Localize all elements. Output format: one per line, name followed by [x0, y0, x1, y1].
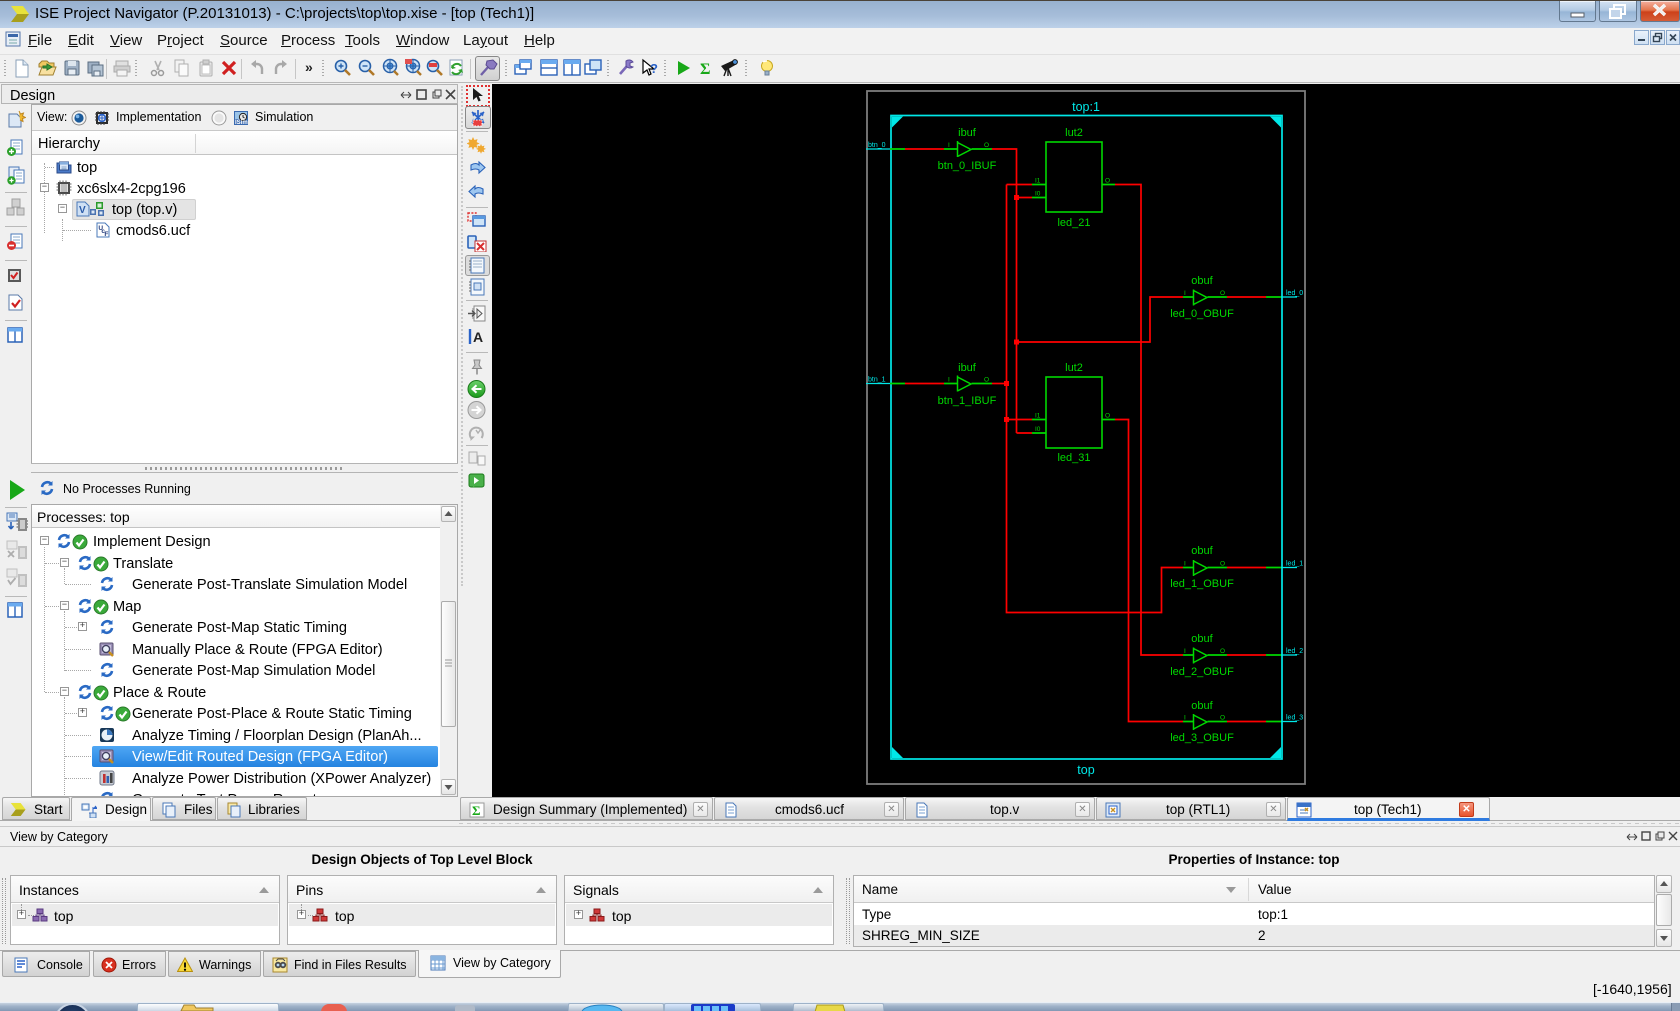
svg-text:O: O — [1105, 413, 1110, 420]
svg-text:led_31: led_31 — [1057, 452, 1090, 464]
svg-text:I1: I1 — [1035, 178, 1041, 185]
svg-text:btn_1_IBUF: btn_1_IBUF — [938, 395, 997, 407]
svg-text:O: O — [984, 377, 989, 384]
svg-text:F: F — [104, 231, 108, 238]
svg-text:led_2: led_2 — [1286, 648, 1303, 655]
svg-text:?: ? — [650, 61, 658, 76]
svg-text:obuf: obuf — [1191, 545, 1213, 557]
svg-text:O: O — [1220, 715, 1225, 722]
svg-text:I: I — [1184, 648, 1186, 655]
svg-text:O: O — [1220, 648, 1225, 655]
svg-text:O: O — [1220, 561, 1225, 568]
svg-text:obuf: obuf — [1191, 633, 1213, 645]
svg-text:I: I — [1184, 715, 1186, 722]
svg-text:I1: I1 — [1035, 413, 1041, 420]
svg-text:obuf: obuf — [1191, 700, 1213, 712]
svg-text:led_3: led_3 — [1286, 715, 1303, 722]
svg-text:Σ: Σ — [700, 61, 710, 78]
svg-text:ibuf: ibuf — [958, 127, 977, 139]
svg-text:led_1_OBUF: led_1_OBUF — [1170, 578, 1234, 590]
svg-text:led_21: led_21 — [1057, 217, 1090, 229]
svg-text:lut2: lut2 — [1065, 362, 1083, 374]
svg-text:Σ: Σ — [472, 803, 481, 818]
svg-text:V: V — [79, 205, 86, 216]
svg-text:lut2: lut2 — [1065, 127, 1083, 139]
svg-text:I: I — [948, 377, 950, 384]
svg-text:I0: I0 — [1035, 426, 1041, 433]
svg-text:O: O — [1220, 290, 1225, 297]
svg-text:top:1: top:1 — [1072, 100, 1100, 114]
svg-text:btn_0_IBUF: btn_0_IBUF — [938, 160, 997, 172]
svg-text:obuf: obuf — [1191, 275, 1213, 287]
svg-text:ibuf: ibuf — [958, 362, 977, 374]
svg-text:btn_1: btn_1 — [868, 377, 886, 384]
svg-text:A: A — [473, 329, 483, 345]
svg-text:I0: I0 — [1035, 191, 1041, 198]
svg-text:ISim: ISim — [235, 120, 248, 126]
svg-text:led_0: led_0 — [1286, 290, 1303, 297]
svg-text:O: O — [984, 142, 989, 149]
svg-text:led_2_OBUF: led_2_OBUF — [1170, 666, 1234, 678]
svg-text:I: I — [1184, 290, 1186, 297]
svg-text:O: O — [1105, 178, 1110, 185]
svg-text:top: top — [1077, 763, 1094, 777]
svg-text:led_0_OBUF: led_0_OBUF — [1170, 308, 1234, 320]
svg-text:btn_0: btn_0 — [868, 142, 886, 149]
svg-text:I: I — [1184, 561, 1186, 568]
svg-text:I: I — [948, 142, 950, 149]
svg-text:led_1: led_1 — [1286, 561, 1303, 568]
svg-text:led_3_OBUF: led_3_OBUF — [1170, 732, 1234, 744]
